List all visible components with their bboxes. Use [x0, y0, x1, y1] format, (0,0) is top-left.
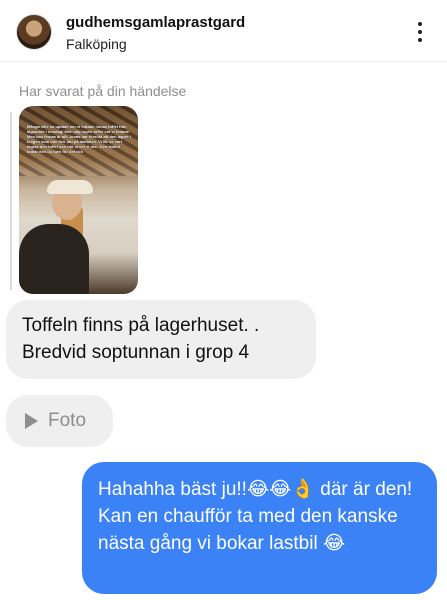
outgoing-message[interactable]: Hahahha bäst ju!!😂😂👌 där är den! Kan en … — [82, 462, 437, 594]
chat-location: Falköping — [66, 36, 127, 52]
photo-message-button[interactable]: Foto — [6, 395, 113, 447]
reply-indicator-bar — [10, 112, 12, 290]
avatar[interactable] — [16, 14, 52, 50]
story-thumbnail[interactable]: Många ville ha update om vi hittade Jona… — [19, 106, 138, 294]
story-person-body — [19, 224, 89, 294]
more-options-icon[interactable] — [414, 20, 426, 44]
chat-header: gudhemsgamlaprastgard Falköping — [0, 0, 447, 62]
incoming-message[interactable]: Toffeln finns på lagerhuset. . Bredvid s… — [6, 300, 316, 379]
chat-username[interactable]: gudhemsgamlaprastgard — [66, 14, 245, 31]
photo-label: Foto — [48, 410, 87, 431]
story-person-cap — [47, 180, 93, 194]
story-reply-label: Har svarat på din händelse — [19, 83, 187, 99]
story-caption: Många ville ha update om vi hittade Jona… — [27, 124, 131, 154]
play-icon — [25, 413, 38, 429]
